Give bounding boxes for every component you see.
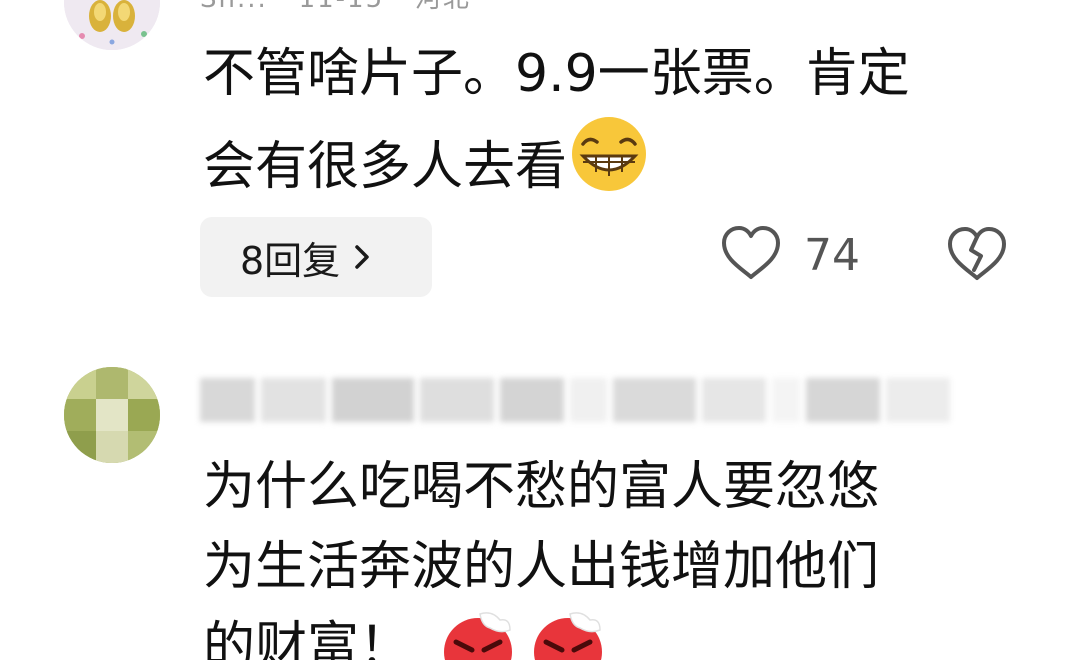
like-count: 74 — [804, 229, 860, 281]
broken-heart-icon — [946, 227, 1008, 286]
grinning-face-emoji-icon — [569, 114, 649, 217]
dislike-button[interactable] — [946, 226, 1008, 286]
angry-face-emoji-icon — [440, 612, 516, 660]
avatar-image — [64, 0, 160, 50]
comment-text-fragment: 会有很多人去看 — [203, 137, 568, 197]
comment-text: 为什么吃喝不愁的富人要忽悠 为生活奔波的人出钱增加他们 的财富！ — [203, 447, 1033, 660]
commenter-avatar[interactable] — [64, 0, 160, 50]
angry-face-emoji-icon — [530, 612, 606, 660]
comment-text-line: 会有很多人去看 — [203, 114, 1033, 217]
like-button[interactable]: 74 — [720, 225, 860, 285]
view-replies-button[interactable]: 8回复 — [200, 217, 432, 297]
comment-text: 不管啥片子。9.9一张票。肯定 会有很多人去看 — [203, 34, 1033, 217]
comment-text-line: 的财富！ — [203, 617, 412, 660]
emoji-row — [440, 612, 606, 660]
heart-outline-icon — [720, 225, 782, 285]
commenter-avatar[interactable] — [64, 367, 160, 463]
comment-text-line: 为什么吃喝不愁的富人要忽悠 — [203, 457, 880, 517]
comment-meta: Sh... · 11-15 · 河北 — [200, 0, 471, 15]
chevron-right-icon — [354, 243, 370, 271]
blurred-username — [200, 378, 950, 422]
reply-count-label: 8回复 — [240, 238, 341, 283]
avatar-image — [64, 367, 160, 463]
comment-text-line: 为生活奔波的人出钱增加他们 — [203, 537, 880, 597]
comment-text-line: 不管啥片子。9.9一张票。肯定 — [203, 44, 910, 104]
